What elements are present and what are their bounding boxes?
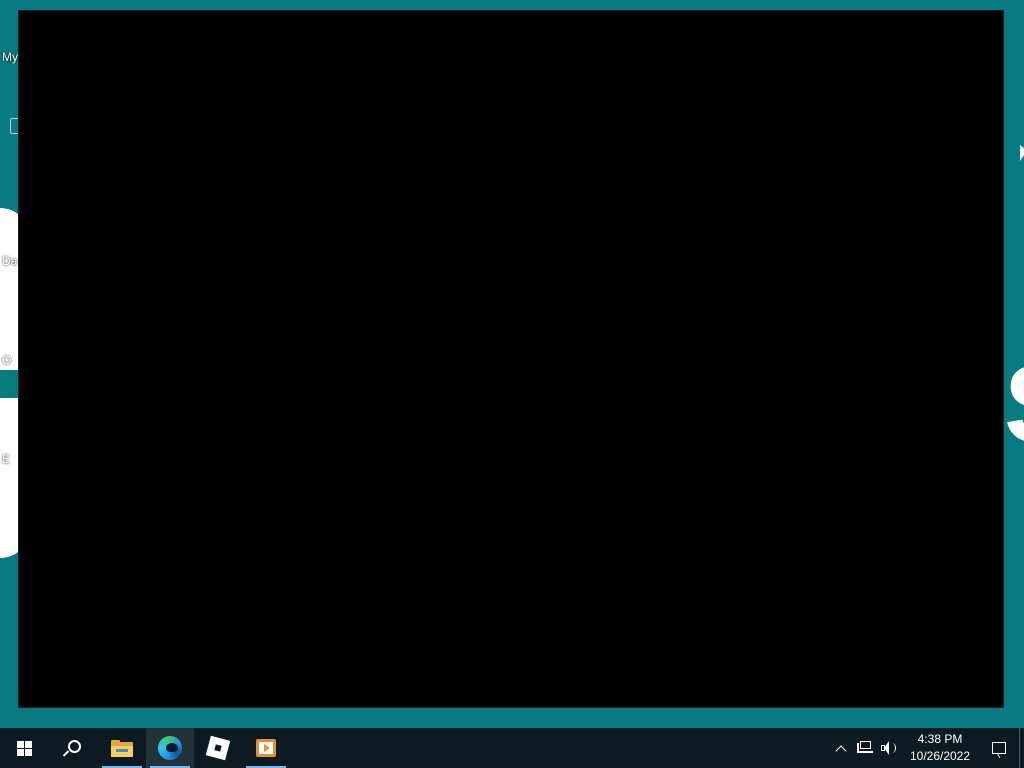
volume-icon	[881, 741, 897, 755]
show-hidden-icons-button[interactable]	[829, 728, 853, 768]
desktop[interactable]: S My Da O E	[0, 0, 1024, 728]
desktop-icon-e[interactable]: E	[0, 434, 22, 466]
network-button[interactable]	[853, 728, 877, 768]
network-icon	[857, 741, 873, 755]
action-center-button[interactable]	[979, 728, 1019, 768]
black-window[interactable]	[18, 10, 1004, 708]
desktop-icon-unlabeled[interactable]	[0, 118, 22, 136]
wallpaper-gap	[0, 370, 20, 398]
windows-logo-icon	[16, 740, 32, 756]
desktop-icon-o[interactable]: O	[0, 335, 22, 367]
volume-button[interactable]	[877, 728, 901, 768]
wallpaper-letter: S	[1004, 360, 1024, 450]
clock[interactable]: 4:38 PM 10/26/2022	[901, 728, 979, 768]
system-tray: 4:38 PM 10/26/2022	[829, 728, 1024, 768]
taskbar: 4:38 PM 10/26/2022	[0, 728, 1024, 768]
taskbar-app-file-explorer[interactable]	[98, 728, 146, 768]
edge-icon	[158, 736, 182, 760]
mouse-cursor-icon	[1020, 145, 1024, 161]
desktop-icon-data[interactable]: Da	[0, 236, 22, 268]
clock-date: 10/26/2022	[909, 749, 971, 763]
taskbar-app-roblox[interactable]	[194, 728, 242, 768]
media-player-icon	[256, 739, 276, 757]
folder-icon	[111, 739, 133, 757]
search-icon	[62, 740, 81, 757]
clock-time: 4:38 PM	[917, 732, 963, 746]
taskbar-app-media-player[interactable]	[242, 728, 290, 768]
search-button[interactable]	[48, 728, 96, 768]
taskbar-app-edge[interactable]	[146, 728, 194, 768]
roblox-icon	[205, 735, 231, 761]
notification-icon	[992, 742, 1006, 754]
start-button[interactable]	[0, 728, 48, 768]
chevron-up-icon	[835, 744, 847, 757]
show-desktop-button[interactable]	[1019, 728, 1024, 768]
desktop-icon-my-computer[interactable]: My	[0, 50, 20, 64]
